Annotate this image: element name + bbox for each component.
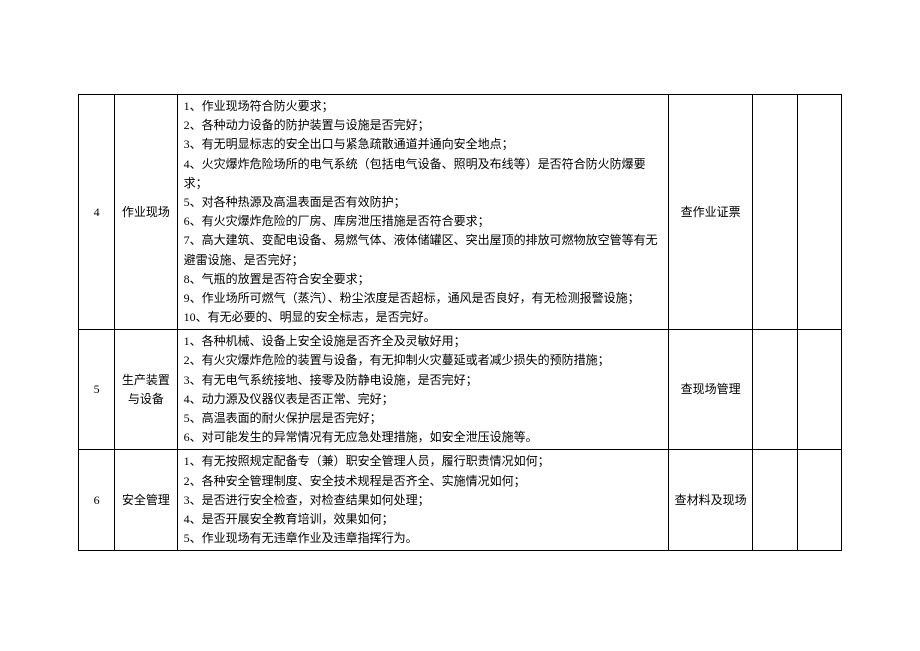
row-method: 查现场管理 [668,330,753,450]
content-item: 3、有无电气系统接地、接零及防静电设施，是否完好； [184,371,664,390]
content-item: 4、火灾爆炸危险场所的电气系统（包括电气设备、照明及布线等）是否符合防火防爆要求… [184,155,664,193]
row-category: 安全管理 [115,450,177,551]
row-number: 4 [79,95,115,330]
content-item: 6、有火灾爆炸危险的厂房、库房泄压措施是否符合要求； [184,212,664,231]
content-item: 2、各种安全管理制度、安全技术规程是否齐全、实施情况如何； [184,472,664,491]
content-item: 10、有无必要的、明显的安全标志，是否完好。 [184,308,664,327]
row-content: 1、有无按照规定配备专（兼）职安全管理人员，履行职责情况如何；2、各种安全管理制… [177,450,668,551]
content-item: 2、各种动力设备的防护装置与设施是否完好； [184,116,664,135]
row-empty-a [753,330,797,450]
content-item: 2、有火灾爆炸危险的装置与设备，有无抑制火灾蔓延或者减少损失的预防措施； [184,351,664,370]
row-empty-a [753,450,797,551]
table-row: 5生产装置与设备1、各种机械、设备上安全设施是否齐全及灵敏好用；2、有火灾爆炸危… [79,330,842,450]
row-category: 生产装置与设备 [115,330,177,450]
row-method: 查作业证票 [668,95,753,330]
row-method: 查材料及现场 [668,450,753,551]
content-item: 5、作业现场有无违章作业及违章指挥行为。 [184,529,664,548]
row-empty-b [797,95,841,330]
row-empty-b [797,450,841,551]
row-content: 1、作业现场符合防火要求；2、各种动力设备的防护装置与设施是否完好；3、有无明显… [177,95,668,330]
content-item: 6、对可能发生的异常情况有无应急处理措施，如安全泄压设施等。 [184,428,664,447]
row-number: 5 [79,330,115,450]
content-item: 5、高温表面的耐火保护层是否完好； [184,409,664,428]
content-item: 4、是否开展安全教育培训，效果如何； [184,510,664,529]
row-empty-a [753,95,797,330]
row-number: 6 [79,450,115,551]
content-item: 8、气瓶的放置是否符合安全要求； [184,270,664,289]
content-item: 1、作业现场符合防火要求； [184,97,664,116]
table-row: 6安全管理1、有无按照规定配备专（兼）职安全管理人员，履行职责情况如何；2、各种… [79,450,842,551]
content-item: 4、动力源及仪器仪表是否正常、完好； [184,390,664,409]
content-item: 7、高大建筑、变配电设备、易燃气体、液体储罐区、突出屋顶的排放可燃物放空管等有无… [184,231,664,269]
content-item: 3、是否进行安全检查，对检查结果如何处理； [184,491,664,510]
content-item: 9、作业场所可燃气（蒸汽）、粉尘浓度是否超标，通风是否良好，有无检测报警设施； [184,289,664,308]
table-row: 4作业现场1、作业现场符合防火要求；2、各种动力设备的防护装置与设施是否完好；3… [79,95,842,330]
content-item: 3、有无明显标志的安全出口与紧急疏散通道并通向安全地点； [184,135,664,154]
row-category: 作业现场 [115,95,177,330]
inspection-table: 4作业现场1、作业现场符合防火要求；2、各种动力设备的防护装置与设施是否完好；3… [78,94,842,551]
content-item: 1、有无按照规定配备专（兼）职安全管理人员，履行职责情况如何； [184,452,664,471]
content-item: 5、对各种热源及高温表面是否有效防护； [184,193,664,212]
row-empty-b [797,330,841,450]
content-item: 1、各种机械、设备上安全设施是否齐全及灵敏好用； [184,332,664,351]
row-content: 1、各种机械、设备上安全设施是否齐全及灵敏好用；2、有火灾爆炸危险的装置与设备，… [177,330,668,450]
